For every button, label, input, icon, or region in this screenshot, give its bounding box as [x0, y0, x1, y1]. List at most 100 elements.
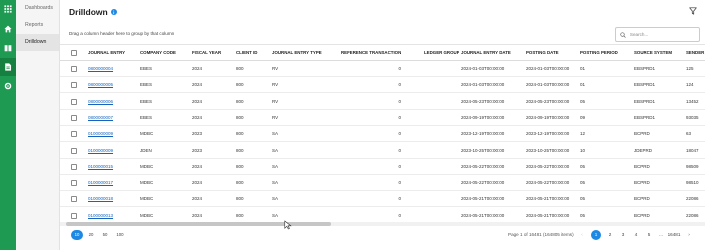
cell-fiscal-year: 2024	[192, 82, 203, 88]
cell-fiscal-year: 2024	[192, 66, 203, 71]
journal-entry-link[interactable]: 0800000006	[88, 99, 113, 104]
page-size-10[interactable]: 10	[71, 230, 83, 240]
column-header-journal-entry-type[interactable]: JOURNAL ENTRY TYPE	[272, 45, 340, 61]
cell-client-id: 800	[236, 196, 244, 202]
row-checkbox[interactable]	[71, 212, 77, 219]
cell-posting-date: 2023-12-19T00:00:00	[526, 131, 570, 137]
journal-entry-link[interactable]: 0100000015	[88, 164, 113, 169]
column-header-posting-date[interactable]: POSTING DATE	[526, 45, 578, 61]
cell-ledger-group	[424, 126, 459, 142]
table-row[interactable]: 0100000015 MDBC 2024 800 SA 0 2024-05-22T00:00…	[60, 159, 705, 175]
journal-entry-link[interactable]: 0100000009	[88, 131, 113, 136]
row-checkbox[interactable]	[71, 131, 77, 138]
page-size-100[interactable]: 100	[114, 230, 126, 240]
prev-page-button[interactable]: ‹	[577, 230, 587, 240]
page-button-5[interactable]: 5	[644, 230, 654, 240]
page-size-50[interactable]: 50	[99, 230, 111, 240]
select-all-checkbox[interactable]	[71, 50, 77, 56]
book-icon[interactable]	[0, 39, 16, 57]
column-header-client-id[interactable]: CLIENT ID	[236, 45, 270, 61]
cell-journal-entry: 0100000009	[88, 143, 138, 159]
page-button-1[interactable]: 1	[591, 230, 601, 240]
table-row[interactable]: 0100000018 MDBC 2024 800 SA 0 2024-05-21T00:00…	[60, 191, 705, 208]
cell-journal-entry-date: 2024-05-21T00:00:00	[461, 212, 505, 218]
journal-entry-link[interactable]: 0100000013	[88, 213, 113, 218]
cell-journal-entry-date: 2024-05-23T00:00:00	[461, 98, 505, 104]
subnav-item-drilldown[interactable]: Drilldown	[16, 34, 59, 51]
row-checkbox[interactable]	[71, 163, 77, 170]
search-box[interactable]	[615, 27, 700, 42]
page-button-2[interactable]: 2	[605, 230, 615, 240]
page-button-3[interactable]: 3	[618, 230, 628, 240]
table-row[interactable]: 0100000013 MDBC 2024 800 SA 0 2024-05-21T00:00…	[60, 208, 705, 222]
row-checkbox[interactable]	[71, 66, 77, 72]
table-row[interactable]: 0100000009 MDBC 2023 800 SA 0 2023-12-19T00:00…	[60, 126, 705, 143]
cell-ledger-group	[424, 175, 459, 191]
column-header-journal-entry[interactable]: JOURNAL ENTRY	[88, 45, 138, 61]
cell-client-id: 800	[236, 114, 244, 120]
journal-entry-link[interactable]: 0100000009	[88, 148, 113, 153]
cell-journal-entry-date: 2023-10-25T00:00:00	[461, 147, 505, 153]
journal-entry-link[interactable]: 0100000018	[88, 196, 113, 201]
document-icon[interactable]	[0, 58, 16, 76]
apps-grid-icon[interactable]	[0, 0, 16, 18]
table-row[interactable]: 0800000005 EBES 2024 800 RV 0 2024-01-03T00:00…	[60, 77, 705, 94]
cell-sender: 93035	[686, 114, 699, 120]
home-icon[interactable]	[0, 20, 16, 38]
cell-posting-period: 01	[580, 82, 586, 88]
cell-ledger-group	[424, 208, 459, 222]
search-input[interactable]	[629, 32, 699, 37]
table-row[interactable]: 0100000009 JDEN 2023 800 SA 0 2023-10-25T00:00…	[60, 143, 705, 159]
page-ellipsis: ...	[659, 232, 663, 237]
cell-source-system: BCPRD	[634, 212, 650, 218]
cell-journal-entry: 0100000009	[88, 126, 138, 142]
table-row[interactable]: 0800000004 EBES 2024 800 RV 0 2024-01-03T00:00…	[60, 61, 705, 77]
subnav-item-reports[interactable]: Reports	[16, 17, 59, 34]
table-row[interactable]: 0800000007 EBES 2024 800 RV 0 2024-09-19T00:00…	[60, 110, 705, 126]
row-checkbox[interactable]	[71, 114, 77, 121]
column-header-journal-entry-date[interactable]: JOURNAL ENTRY DATE	[461, 45, 524, 61]
journal-entry-link[interactable]: 0800000005	[88, 82, 113, 87]
page-size-20[interactable]: 20	[85, 230, 97, 240]
column-header-posting-period[interactable]: POSTING PERIOD	[580, 45, 632, 61]
row-checkbox[interactable]	[71, 180, 77, 187]
cell-sender: 13452	[686, 98, 699, 104]
filter-icon[interactable]	[689, 7, 697, 15]
horizontal-scrollbar[interactable]	[60, 222, 705, 226]
column-header-source-system[interactable]: SOURCE SYSTEM	[634, 45, 684, 61]
cell-fiscal-year: 2023	[192, 131, 203, 137]
cell-ledger-group	[424, 61, 459, 77]
cell-posting-date: 2024-05-21T00:00:00	[526, 212, 570, 218]
column-header-sender[interactable]: SENDER	[686, 45, 705, 61]
row-checkbox[interactable]	[71, 196, 77, 203]
next-page-button[interactable]: ›	[684, 230, 694, 240]
cell-source-system: BCPRD	[634, 196, 650, 202]
journal-entry-link[interactable]: 0800000007	[88, 115, 113, 120]
table-row[interactable]: 0800000006 EBES 2024 800 RV 0 2024-05-23T00:00…	[60, 94, 705, 110]
journal-entry-link[interactable]: 0800000004	[88, 66, 113, 71]
cell-posting-date: 2023-10-25T00:00:00	[526, 147, 570, 153]
info-icon[interactable]: i	[110, 9, 117, 15]
cell-journal-entry: 0800000005	[88, 77, 138, 93]
pager: 10 20 50 100 Page 1 of 16481 (164805 ite…	[60, 228, 705, 242]
cell-journal-entry-date: 2024-01-03T00:00:00	[461, 66, 505, 71]
page-button-4[interactable]: 4	[631, 230, 641, 240]
column-header-fiscal-year[interactable]: FISCAL YEAR	[192, 45, 234, 61]
row-checkbox[interactable]	[71, 82, 77, 89]
cell-fiscal-year: 2024	[192, 114, 203, 120]
page-button-last[interactable]: 16481	[666, 230, 682, 240]
column-header-company-code[interactable]: COMPANY CODE	[140, 45, 190, 61]
journal-entry-link[interactable]: 0100000017	[88, 180, 113, 185]
row-checkbox[interactable]	[71, 98, 77, 105]
row-checkbox[interactable]	[71, 147, 77, 154]
cell-ledger-group	[424, 159, 459, 175]
group-panel-hint[interactable]: Drag a column header here to group by th…	[69, 31, 174, 36]
cell-posting-date: 2024-05-23T00:00:00	[526, 98, 570, 104]
settings-icon[interactable]	[0, 77, 16, 95]
column-header-ledger-group[interactable]: LEDGER GROUP	[424, 45, 459, 61]
column-header-reference-transaction[interactable]: REFERENCE TRANSACTION	[341, 45, 401, 61]
table-row[interactable]: 0100000017 MDBC 2024 800 SA 0 2024-05-22T00:00…	[60, 175, 705, 192]
subnav-item-dashboards[interactable]: Dashboards	[16, 0, 59, 17]
cell-journal-entry-date: 2024-05-22T00:00:00	[461, 163, 505, 169]
cell-sender: 22086	[686, 196, 699, 202]
